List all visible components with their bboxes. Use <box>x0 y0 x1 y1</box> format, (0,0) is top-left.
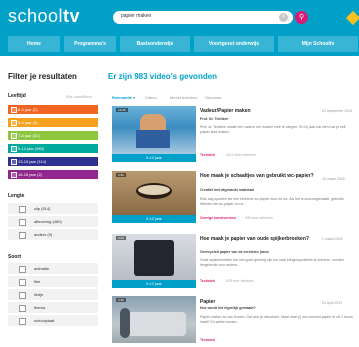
result-date: 1 maart 2018 <box>322 237 343 241</box>
result-age-tag: 9-12 jaar <box>112 280 196 288</box>
lengte-filter-anders[interactable]: anders (9) <box>8 229 98 240</box>
nav-home[interactable]: Home <box>8 36 60 52</box>
result-description: Papier maken ze van bomen. Dat wist je m… <box>200 315 353 324</box>
sort-meest-bekeken[interactable]: Meest bekeken <box>170 95 197 100</box>
result-description: Oude spijkerbroeken die niet goed genoeg… <box>200 258 344 267</box>
lengte-filter-aflevering[interactable]: aflevering (460) <box>8 216 98 227</box>
soort-filter-animatie[interactable]: animatie <box>8 263 98 274</box>
lengte-filter-clip[interactable]: clip (514) <box>8 203 98 214</box>
age-filter-7-8[interactable]: 7-8 jaar (32) <box>8 131 98 140</box>
main-nav: Home Programma's Basisonderwijs Voortgez… <box>0 36 359 52</box>
result-duration: 2:30 <box>116 298 126 302</box>
age-filter-5-6[interactable]: 5-6 jaar (3) <box>8 118 98 127</box>
search-input[interactable]: papier maken <box>113 11 293 24</box>
result-thumbnail[interactable] <box>112 106 196 154</box>
age-filter-13-15[interactable]: 13-15 jaar (114) <box>8 157 98 166</box>
result-subtitle: Gerecycled papier van de versleten jeans <box>200 250 269 254</box>
results-title: Er zijn 983 video's gevonden <box>108 72 218 81</box>
logo-text-regular: school <box>8 6 64 26</box>
result-age-tag: 9-12 jaar <box>112 154 196 162</box>
result-date: 22 september 2014 <box>322 109 353 113</box>
result-views: 628 keer bekeken <box>226 279 254 283</box>
result-title[interactable]: Hoe maak je papier van oude spijkerbroek… <box>200 236 330 242</box>
filter-title: Filter je resultaten <box>8 72 77 81</box>
age-filter-9-12[interactable]: 9-12 jaar (983) <box>8 144 98 153</box>
result-duration: 2:20 <box>116 236 126 240</box>
result-subtitle: Prof. Dr. Techkee <box>200 117 229 121</box>
result-title[interactable]: Papier <box>200 299 330 305</box>
soort-heading: Soort <box>8 254 22 260</box>
search-value: papier maken <box>121 13 152 19</box>
lengte-heading: Lengte <box>8 193 25 199</box>
soort-filter-liedje[interactable]: liedje <box>8 289 98 300</box>
result-category[interactable]: Overige kunstvormen <box>200 216 236 220</box>
result-category[interactable]: Techniek <box>200 338 215 342</box>
clear-search-icon[interactable]: × <box>279 13 288 22</box>
clear-filters-link[interactable]: Wis zoekfilters <box>66 94 92 99</box>
result-date: 19 april 2012 <box>322 301 343 305</box>
result-date: 16 maart 2018 <box>322 177 345 181</box>
nav-voortgezet-onderwijs[interactable]: Voortgezet onderwijs <box>194 36 274 52</box>
soort-filter-thema[interactable]: thema <box>8 302 98 313</box>
result-description: Prof. dr. Teckkee maakt een vadeur om mu… <box>200 125 346 134</box>
nav-programmas[interactable]: Programma's <box>64 36 116 52</box>
age-filter-16-18[interactable]: 16-18 jaar (2) <box>8 170 98 179</box>
result-thumbnail[interactable] <box>112 234 196 280</box>
result-duration: 12:35 <box>116 108 128 112</box>
schooltv-logo[interactable]: schooltv <box>8 6 80 27</box>
result-age-tag: 9-12 jaar <box>112 215 196 223</box>
result-subtitle: Hoe wordt het eigenlijk gemaakt? <box>200 306 256 310</box>
sort-nieuwste[interactable]: Nieuwste <box>205 95 221 100</box>
result-category[interactable]: Techniek <box>200 153 215 157</box>
soort-filter-schoolplaat[interactable]: schoolplaat <box>8 315 98 326</box>
nav-basisonderwijs[interactable]: Basisonderwijs <box>120 36 190 52</box>
soort-filter-film[interactable]: film <box>8 276 98 287</box>
result-duration: 2:30 <box>116 173 126 177</box>
result-category[interactable]: Techniek <box>200 279 215 283</box>
result-title[interactable]: Hoe maak je schaaltjes van gebruikt wc-p… <box>200 173 330 179</box>
sort-datum[interactable]: Datum <box>145 95 157 100</box>
result-thumbnail[interactable] <box>112 296 196 343</box>
age-filter-0-4[interactable]: 0-4 jaar (2) <box>8 105 98 114</box>
result-thumbnail[interactable] <box>112 171 196 215</box>
menu-corner-icon[interactable] <box>345 10 359 26</box>
result-title[interactable]: Vadeur/Papier maken <box>200 108 330 114</box>
result-views: 998 keer bekeken <box>245 216 273 220</box>
result-description: Elke dag spoelen we een heleboel wc-papi… <box>200 197 344 206</box>
logo-text-bold: tv <box>63 6 81 26</box>
search-icon[interactable]: ⚲ <box>295 11 308 24</box>
result-subtitle: Creatief met afgedankt materiaal <box>200 188 255 192</box>
nav-mijn-schooltv[interactable]: Mijn Schooltv <box>278 36 358 52</box>
leeftijd-heading: Leeftijd <box>8 93 26 99</box>
result-views: 1513 keer bekeken <box>226 153 256 157</box>
site-header: schooltv papier maken × ⚲ Home Programma… <box>0 0 359 56</box>
sort-relevantie[interactable]: Relevantie ▾ <box>112 95 135 100</box>
